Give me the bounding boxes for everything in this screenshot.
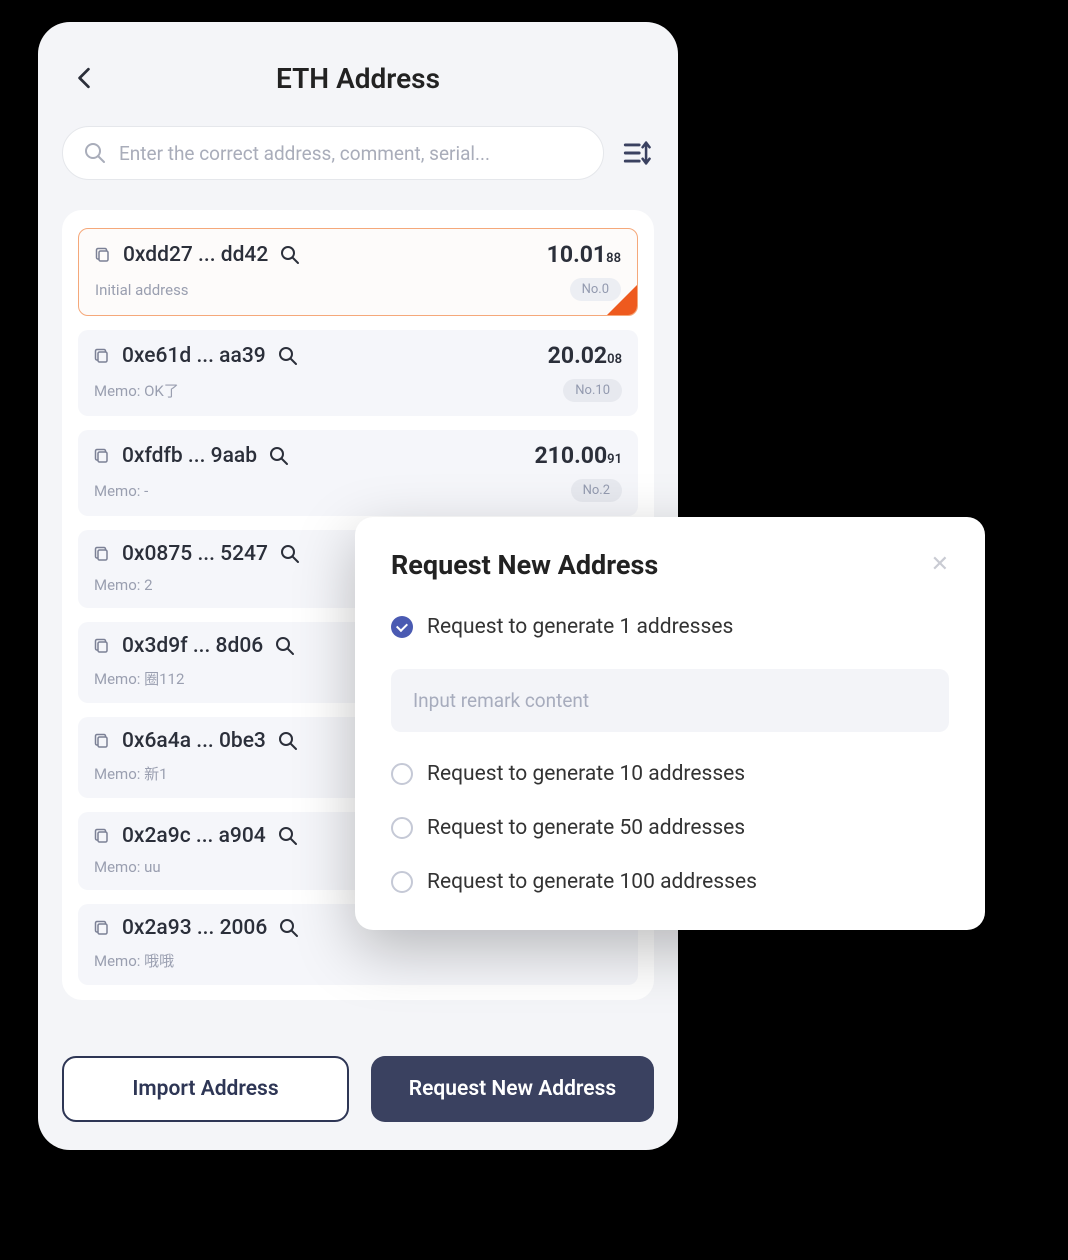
address-item[interactable]: 0xe61d ... aa39 20.0208 Memo: OK了 No.10 bbox=[78, 330, 638, 416]
memo-text: Memo: 新1 bbox=[94, 763, 168, 784]
address-text: 0xdd27 ... dd42 bbox=[123, 243, 268, 267]
memo-text: Memo: 2 bbox=[94, 576, 153, 594]
address-text: 0x2a9c ... a904 bbox=[122, 824, 266, 848]
address-item[interactable]: 0xfdfb ... 9aab 210.0091 Memo: - No.2 bbox=[78, 430, 638, 516]
page-title: ETH Address bbox=[66, 62, 650, 95]
magnify-icon[interactable] bbox=[280, 245, 300, 265]
memo-text: Initial address bbox=[95, 281, 189, 299]
balance-value: 10.0188 bbox=[547, 241, 621, 268]
radio-icon[interactable] bbox=[391, 871, 413, 893]
request-new-address-button[interactable]: Request New Address bbox=[371, 1056, 654, 1122]
magnify-icon[interactable] bbox=[278, 826, 298, 846]
index-badge: No.10 bbox=[563, 379, 622, 402]
address-text: 0x2a93 ... 2006 bbox=[122, 916, 267, 940]
request-new-address-modal: Request New Address ✕ Request to generat… bbox=[355, 517, 985, 930]
copy-icon[interactable] bbox=[94, 448, 110, 464]
memo-text: Memo: uu bbox=[94, 858, 161, 876]
magnify-icon[interactable] bbox=[280, 544, 300, 564]
active-corner-icon bbox=[607, 285, 637, 315]
modal-options: Request to generate 1 addresses Request … bbox=[391, 615, 949, 894]
copy-icon[interactable] bbox=[94, 348, 110, 364]
balance-value: 210.0091 bbox=[534, 442, 622, 469]
copy-icon[interactable] bbox=[95, 247, 111, 263]
radio-icon[interactable] bbox=[391, 616, 413, 638]
magnify-icon[interactable] bbox=[278, 346, 298, 366]
copy-icon[interactable] bbox=[94, 546, 110, 562]
address-text: 0xfdfb ... 9aab bbox=[122, 444, 257, 468]
import-address-button[interactable]: Import Address bbox=[62, 1056, 349, 1122]
balance-value: 20.0208 bbox=[548, 342, 622, 369]
modal-title: Request New Address bbox=[391, 549, 658, 581]
generate-option[interactable]: Request to generate 1 addresses bbox=[391, 615, 949, 639]
option-label: Request to generate 10 addresses bbox=[427, 762, 745, 786]
memo-text: Memo: OK了 bbox=[94, 380, 179, 401]
magnify-icon[interactable] bbox=[269, 446, 289, 466]
search-input[interactable] bbox=[119, 142, 583, 165]
address-text: 0x3d9f ... 8d06 bbox=[122, 634, 263, 658]
memo-text: Memo: 圈112 bbox=[94, 668, 184, 689]
generate-option[interactable]: Request to generate 100 addresses bbox=[391, 870, 949, 894]
option-label: Request to generate 1 addresses bbox=[427, 615, 733, 639]
sort-icon bbox=[623, 138, 653, 168]
search-row bbox=[38, 126, 678, 180]
address-text: 0x6a4a ... 0be3 bbox=[122, 729, 266, 753]
sort-button[interactable] bbox=[622, 137, 654, 169]
generate-option[interactable]: Request to generate 50 addresses bbox=[391, 816, 949, 840]
option-label: Request to generate 100 addresses bbox=[427, 870, 757, 894]
modal-header: Request New Address ✕ bbox=[391, 549, 949, 581]
header: ETH Address bbox=[38, 46, 678, 126]
address-text: 0x0875 ... 5247 bbox=[122, 542, 268, 566]
copy-icon[interactable] bbox=[94, 828, 110, 844]
copy-icon[interactable] bbox=[94, 733, 110, 749]
radio-icon[interactable] bbox=[391, 763, 413, 785]
search-field[interactable] bbox=[62, 126, 604, 180]
option-label: Request to generate 50 addresses bbox=[427, 816, 745, 840]
close-icon[interactable]: ✕ bbox=[931, 554, 949, 576]
address-text: 0xe61d ... aa39 bbox=[122, 344, 266, 368]
radio-icon[interactable] bbox=[391, 817, 413, 839]
address-item[interactable]: 0xdd27 ... dd42 10.0188 Initial address … bbox=[78, 228, 638, 316]
remark-input[interactable] bbox=[391, 669, 949, 732]
copy-icon[interactable] bbox=[94, 920, 110, 936]
search-icon bbox=[83, 141, 107, 165]
copy-icon[interactable] bbox=[94, 638, 110, 654]
index-badge: No.2 bbox=[571, 479, 622, 502]
memo-text: Memo: - bbox=[94, 482, 148, 500]
generate-option[interactable]: Request to generate 10 addresses bbox=[391, 762, 949, 786]
magnify-icon[interactable] bbox=[279, 918, 299, 938]
footer-actions: Import Address Request New Address bbox=[62, 1056, 654, 1122]
memo-text: Memo: 哦哦 bbox=[94, 950, 174, 971]
magnify-icon[interactable] bbox=[278, 731, 298, 751]
magnify-icon[interactable] bbox=[275, 636, 295, 656]
